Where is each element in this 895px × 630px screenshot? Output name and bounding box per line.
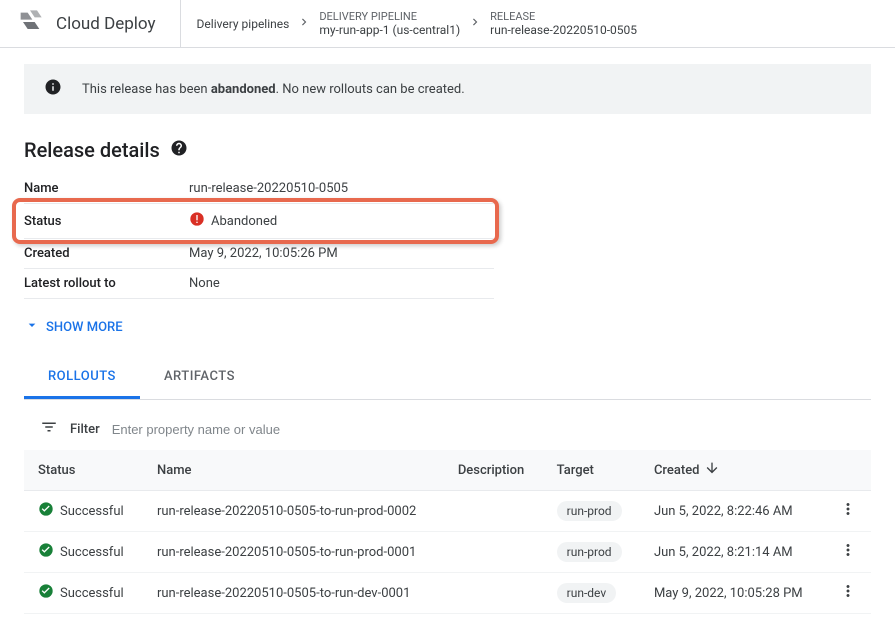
chevron-right-icon bbox=[468, 15, 482, 32]
status-text: Successful bbox=[60, 545, 124, 560]
detail-value: May 9, 2022, 10:05:26 PM bbox=[189, 239, 494, 269]
rollout-created: Jun 5, 2022, 8:22:46 AM bbox=[640, 491, 825, 532]
table-row: Successful run-release-20220510-0505-to-… bbox=[24, 573, 871, 614]
breadcrumb-label: RELEASE bbox=[490, 10, 637, 23]
banner-prefix: This release has been bbox=[82, 82, 211, 97]
product-title: Cloud Deploy bbox=[56, 14, 156, 34]
filter-bar: Filter bbox=[24, 408, 871, 450]
page-title: Release details bbox=[24, 138, 871, 162]
tabs: ROLLOUTS ARTIFACTS bbox=[24, 357, 871, 400]
more-actions-button[interactable] bbox=[839, 589, 857, 604]
target-chip: run-dev bbox=[557, 583, 617, 603]
col-name[interactable]: Name bbox=[143, 450, 444, 491]
details-table: Name run-release-20220510-0505 Status Ab… bbox=[24, 174, 494, 299]
banner-suffix: . No new rollouts can be created. bbox=[276, 82, 465, 97]
status-text: Successful bbox=[60, 586, 124, 601]
target-chip: run-prod bbox=[557, 542, 622, 562]
detail-value: None bbox=[189, 269, 494, 299]
tab-rollouts[interactable]: ROLLOUTS bbox=[24, 357, 140, 399]
chevron-right-icon bbox=[297, 15, 311, 32]
arrow-down-icon bbox=[704, 460, 720, 480]
rollout-created: May 9, 2022, 10:05:28 PM bbox=[640, 573, 825, 614]
rollout-description bbox=[444, 573, 543, 614]
chevron-down-icon bbox=[24, 317, 40, 337]
status-text: Successful bbox=[60, 504, 124, 519]
error-icon bbox=[189, 211, 205, 231]
filter-label: Filter bbox=[70, 422, 100, 437]
tab-artifacts[interactable]: ARTIFACTS bbox=[140, 357, 259, 399]
status-badge: Abandoned bbox=[189, 211, 494, 231]
status-badge: Successful bbox=[38, 583, 129, 603]
status-badge: Successful bbox=[38, 501, 129, 521]
col-actions bbox=[825, 450, 871, 491]
more-actions-button[interactable] bbox=[839, 548, 857, 563]
breadcrumb-value: my-run-app-1 (us-central1) bbox=[319, 23, 460, 37]
rollouts-table: Status Name Description Target Created bbox=[24, 450, 871, 614]
show-more-label: SHOW MORE bbox=[46, 320, 123, 335]
main-content: This release has been abandoned. No new … bbox=[0, 48, 895, 630]
info-icon bbox=[44, 78, 62, 100]
banner-bold: abandoned bbox=[211, 82, 276, 97]
detail-label: Created bbox=[24, 239, 189, 269]
rollout-description bbox=[444, 491, 543, 532]
breadcrumb-pipeline[interactable]: DELIVERY PIPELINE my-run-app-1 (us-centr… bbox=[319, 10, 460, 37]
rollout-name: run-release-20220510-0505-to-run-dev-000… bbox=[143, 573, 444, 614]
filter-input[interactable] bbox=[112, 422, 855, 437]
breadcrumb-label: DELIVERY PIPELINE bbox=[319, 10, 460, 23]
col-description[interactable]: Description bbox=[444, 450, 543, 491]
table-header-row: Status Name Description Target Created bbox=[24, 450, 871, 491]
page-title-text: Release details bbox=[24, 138, 160, 162]
detail-value: run-release-20220510-0505 bbox=[189, 174, 494, 204]
success-icon bbox=[38, 501, 54, 521]
banner-text: This release has been abandoned. No new … bbox=[82, 82, 465, 97]
col-target[interactable]: Target bbox=[543, 450, 640, 491]
detail-label: Status bbox=[24, 214, 61, 229]
detail-row-name: Name run-release-20220510-0505 bbox=[24, 174, 494, 204]
detail-row-status: Status Abandoned bbox=[24, 204, 494, 239]
show-more-button[interactable]: SHOW MORE bbox=[24, 307, 871, 357]
breadcrumb-value: run-release-20220510-0505 bbox=[490, 23, 637, 37]
table-row: Successful run-release-20220510-0505-to-… bbox=[24, 491, 871, 532]
detail-row-created: Created May 9, 2022, 10:05:26 PM bbox=[24, 239, 494, 269]
status-badge: Successful bbox=[38, 542, 129, 562]
detail-row-latest: Latest rollout to None bbox=[24, 269, 494, 299]
detail-label: Name bbox=[24, 174, 189, 204]
more-actions-button[interactable] bbox=[839, 507, 857, 522]
filter-icon[interactable] bbox=[40, 418, 58, 440]
col-created[interactable]: Created bbox=[640, 450, 825, 491]
breadcrumb: Delivery pipelines DELIVERY PIPELINE my-… bbox=[197, 10, 637, 37]
info-banner: This release has been abandoned. No new … bbox=[24, 64, 871, 114]
cloud-deploy-logo-icon bbox=[16, 8, 44, 40]
col-status[interactable]: Status bbox=[24, 450, 143, 491]
success-icon bbox=[38, 542, 54, 562]
detail-label: Latest rollout to bbox=[24, 269, 189, 299]
product-logo-area: Cloud Deploy bbox=[16, 0, 181, 48]
success-icon bbox=[38, 583, 54, 603]
header-bar: Cloud Deploy Delivery pipelines DELIVERY… bbox=[0, 0, 895, 48]
target-chip: run-prod bbox=[557, 501, 622, 521]
rollout-name: run-release-20220510-0505-to-run-prod-00… bbox=[143, 491, 444, 532]
breadcrumb-release[interactable]: RELEASE run-release-20220510-0505 bbox=[490, 10, 637, 37]
breadcrumb-delivery-pipelines[interactable]: Delivery pipelines bbox=[197, 17, 290, 31]
help-icon[interactable] bbox=[170, 139, 188, 161]
detail-value: Abandoned bbox=[211, 214, 277, 229]
col-created-label: Created bbox=[654, 463, 700, 478]
